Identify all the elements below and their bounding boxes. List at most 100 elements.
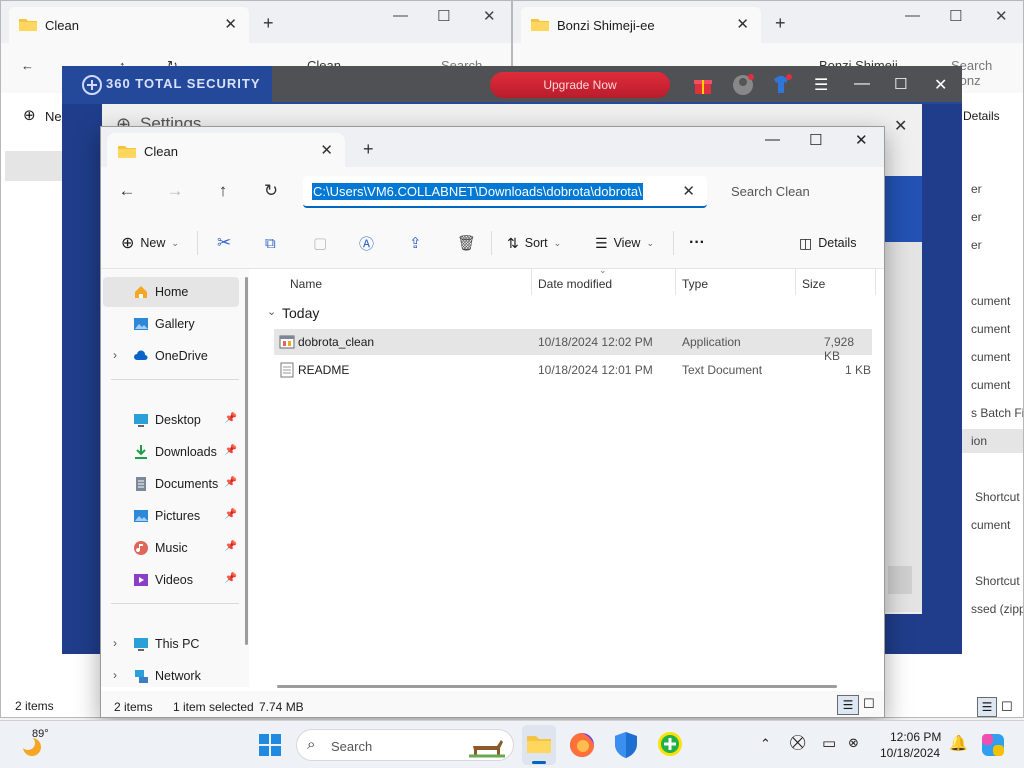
chevron-right-icon[interactable]: ›: [113, 668, 117, 682]
clock-time[interactable]: 12:06 PM: [890, 730, 941, 744]
volume-muted-icon[interactable]: ⊗: [848, 735, 859, 751]
close-tab-icon[interactable]: ✕: [224, 15, 237, 33]
notification-bell-icon[interactable]: 🔔: [949, 734, 968, 752]
address-input[interactable]: C:\Users\VM6.COLLABNET\Downloads\dobrota…: [312, 183, 643, 200]
taskbar-search[interactable]: ⌕ Search: [296, 729, 514, 761]
clear-address-icon[interactable]: ✕: [682, 182, 695, 200]
sidebar-item-pictures[interactable]: Pictures 📌: [103, 501, 239, 531]
tab-clean-bg[interactable]: Clean ✕: [9, 7, 249, 43]
gift-icon[interactable]: [692, 74, 714, 96]
close-window-icon[interactable]: ✕: [855, 131, 868, 149]
forward-icon[interactable]: →: [163, 181, 187, 203]
table-row[interactable]: README 10/18/2024 12:01 PM Text Document…: [274, 357, 872, 383]
sidebar-item-desktop[interactable]: Desktop 📌: [103, 405, 239, 435]
column-header-date[interactable]: Date modified: [538, 277, 612, 291]
close-tab-icon[interactable]: ✕: [736, 15, 749, 33]
column-separator[interactable]: [675, 269, 676, 295]
horizontal-scrollbar[interactable]: [277, 685, 837, 688]
chevron-right-icon[interactable]: ›: [113, 348, 117, 362]
back-icon[interactable]: ←: [21, 58, 34, 73]
tab-clean[interactable]: Clean ✕: [107, 133, 345, 167]
details-pane-button[interactable]: ◫ Details: [799, 232, 856, 254]
tiles-view-icon[interactable]: ☐: [1001, 699, 1013, 715]
close-window-icon[interactable]: ✕: [483, 7, 496, 25]
sidebar-item-home[interactable]: [5, 151, 65, 181]
column-header-name[interactable]: Name: [290, 277, 322, 291]
maximize-icon[interactable]: ☐: [894, 75, 907, 93]
display-icon[interactable]: ▭: [822, 734, 836, 752]
column-header-size[interactable]: Size: [802, 277, 825, 291]
paste-icon[interactable]: ▢: [313, 232, 327, 254]
copy-icon[interactable]: ⧉: [265, 232, 276, 254]
sidebar-item-music[interactable]: Music 📌: [103, 533, 239, 563]
column-separator[interactable]: [875, 269, 876, 295]
new-tab-button[interactable]: +: [363, 139, 374, 160]
table-row[interactable]: dobrota_clean 10/18/2024 12:02 PM Applic…: [274, 329, 872, 363]
close-tab-icon[interactable]: ✕: [320, 141, 333, 159]
minimize-icon[interactable]: —: [393, 7, 408, 24]
tiles-view-icon[interactable]: ☐: [863, 696, 875, 712]
minimize-icon[interactable]: —: [905, 7, 920, 24]
collapse-group-icon[interactable]: ⌄: [267, 305, 276, 318]
minimize-icon[interactable]: —: [765, 131, 780, 148]
firefox-icon[interactable]: [569, 732, 595, 758]
sidebar-item-network[interactable]: › Network: [103, 661, 239, 691]
sort-button[interactable]: ⇅ Sort ⌄: [507, 232, 561, 254]
view-button[interactable]: ☰ View ⌄: [595, 232, 654, 254]
start-icon[interactable]: [258, 733, 282, 757]
sidebar-scrollbar[interactable]: [245, 277, 248, 645]
network-status-icon[interactable]: ⛒: [790, 734, 805, 751]
upgrade-button[interactable]: Upgrade Now: [490, 72, 670, 98]
new-tab-button[interactable]: +: [775, 13, 786, 34]
up-icon[interactable]: ↑: [211, 181, 235, 203]
column-separator[interactable]: [531, 269, 532, 295]
chevron-right-icon[interactable]: ›: [113, 636, 117, 650]
clock-date[interactable]: 10/18/2024: [880, 746, 940, 760]
close-icon[interactable]: ✕: [934, 75, 947, 95]
defender-shield-icon[interactable]: [614, 731, 638, 759]
column-separator[interactable]: [795, 269, 796, 295]
weather-temperature[interactable]: 89°: [32, 728, 49, 740]
view-toggle[interactable]: ☰ ☐: [975, 697, 1019, 717]
back-icon[interactable]: ←: [115, 181, 139, 203]
avatar-icon[interactable]: [732, 74, 754, 96]
details-view-icon[interactable]: ☰: [837, 695, 859, 715]
shirt-icon[interactable]: [770, 74, 792, 96]
file-explorer-taskbar-button[interactable]: [522, 725, 556, 765]
sidebar-item-gallery[interactable]: Gallery: [103, 309, 239, 339]
share-icon[interactable]: ⇪: [409, 232, 422, 254]
maximize-icon[interactable]: ☐: [949, 7, 962, 25]
maximize-icon[interactable]: ☐: [809, 131, 822, 149]
new-button[interactable]: ⊕ New ⌄: [121, 232, 179, 254]
new-tab-button[interactable]: +: [263, 13, 274, 34]
sidebar-item-this-pc[interactable]: › This PC: [103, 629, 239, 659]
group-header-today[interactable]: Today: [282, 305, 319, 321]
more-options-icon[interactable]: ···: [689, 232, 705, 254]
copilot-icon[interactable]: [980, 732, 1006, 758]
delete-icon[interactable]: 🗑: [457, 232, 476, 254]
refresh-icon[interactable]: ↻: [259, 181, 283, 203]
search-input[interactable]: Search Clean: [731, 184, 810, 199]
chevron-up-icon[interactable]: ⌃: [760, 736, 771, 752]
tab-bonzi[interactable]: Bonzi Shimeji-ee ✕: [521, 7, 761, 43]
sidebar-item-onedrive[interactable]: › OneDrive: [103, 341, 239, 371]
details-label[interactable]: Details: [963, 109, 1000, 123]
sidebar-item-downloads[interactable]: Downloads 📌: [103, 437, 239, 467]
new-label[interactable]: Ne: [45, 109, 62, 124]
minimize-icon[interactable]: —: [854, 75, 870, 93]
sidebar-item-videos[interactable]: Videos 📌: [103, 565, 239, 595]
close-settings-icon[interactable]: ✕: [894, 116, 907, 136]
rename-icon[interactable]: Ⓐ: [359, 232, 374, 254]
column-header-type[interactable]: Type: [682, 277, 708, 291]
menu-icon[interactable]: ☰: [814, 75, 828, 95]
settings-scroll-area[interactable]: [888, 566, 912, 594]
details-view-icon[interactable]: ☰: [977, 697, 997, 717]
address-bar[interactable]: C:\Users\VM6.COLLABNET\Downloads\dobrota…: [303, 176, 707, 208]
security-app-icon[interactable]: [657, 731, 683, 757]
file-explorer-window[interactable]: Clean ✕ + — ☐ ✕ ← → ↑ ↻ C:\Users\VM6.COL…: [100, 126, 885, 718]
sidebar-item-documents[interactable]: Documents 📌: [103, 469, 239, 499]
search-box[interactable]: Search Clean: [717, 176, 883, 208]
close-window-icon[interactable]: ✕: [995, 7, 1008, 25]
sidebar-item-home[interactable]: Home: [103, 277, 239, 307]
cut-icon[interactable]: ✂: [217, 232, 231, 254]
